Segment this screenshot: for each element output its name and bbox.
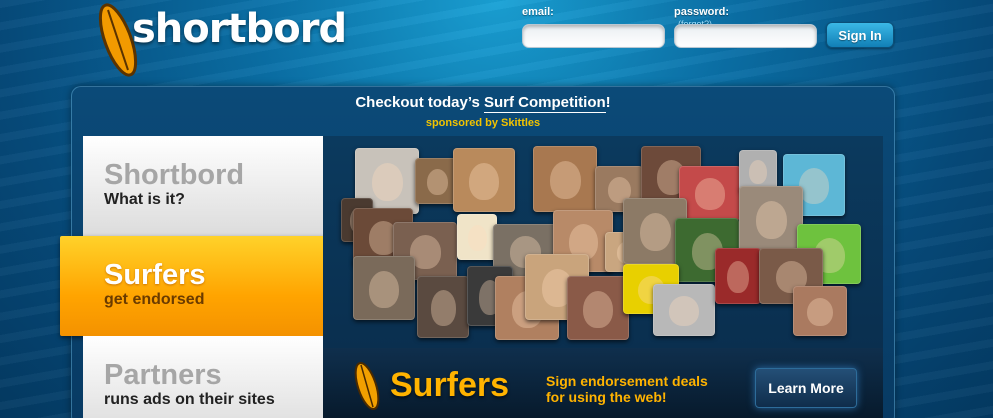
banner-tagline-line: Sign endorsement deals (546, 373, 708, 389)
user-photo-icon[interactable] (679, 166, 741, 220)
sponsor-text: sponsored by Skittles (425, 117, 541, 129)
surf-competition-link[interactable]: Surf Competition (483, 94, 606, 113)
user-photo-icon[interactable] (653, 284, 715, 336)
tab-shortbord[interactable]: Shortbord What is it? (83, 136, 323, 236)
user-photo-icon[interactable] (793, 286, 847, 336)
user-photo-icon[interactable] (353, 256, 415, 320)
tab-title: Partners (104, 359, 222, 391)
tab-subtitle: runs ads on their sites (104, 391, 275, 408)
email-field[interactable] (522, 24, 665, 48)
tab-title: Surfers (104, 259, 206, 291)
user-photo-icon[interactable] (739, 186, 803, 252)
password-field[interactable] (674, 24, 817, 48)
banner-tagline-line: for using the web! (546, 389, 667, 405)
surfboard-icon (354, 362, 380, 410)
banner-tagline: Sign endorsement deals for using the web… (546, 373, 736, 405)
tab-surfers[interactable]: Surfers get endorsed (60, 236, 328, 336)
user-photo-icon[interactable] (715, 248, 761, 304)
logo-wordmark: shortbord (132, 6, 347, 52)
banner-title: Surfers (390, 366, 510, 404)
user-photo-icon[interactable] (417, 276, 469, 338)
headline-suffix: ! (605, 94, 611, 111)
promo-headline: Checkout today’s Surf Competition! (71, 94, 895, 113)
tab-partners[interactable]: Partners runs ads on their sites (83, 336, 323, 418)
tab-subtitle: What is it? (104, 191, 185, 208)
surfers-promo-banner: Surfers Sign endorsement deals for using… (323, 348, 883, 418)
user-photo-icon[interactable] (567, 276, 629, 340)
surfer-photo-collage (323, 136, 883, 348)
user-photo-icon[interactable] (533, 146, 597, 212)
email-label: email: (522, 6, 554, 18)
sign-in-button[interactable]: Sign In (826, 22, 894, 48)
tab-title: Shortbord (104, 159, 245, 191)
user-photo-icon[interactable] (453, 148, 515, 212)
site-logo[interactable]: shortbord (90, 0, 347, 80)
tab-subtitle: get endorsed (104, 291, 205, 308)
headline-prefix: Checkout today’s (355, 94, 484, 111)
user-photo-icon[interactable] (457, 214, 497, 260)
learn-more-button[interactable]: Learn More (755, 368, 857, 408)
